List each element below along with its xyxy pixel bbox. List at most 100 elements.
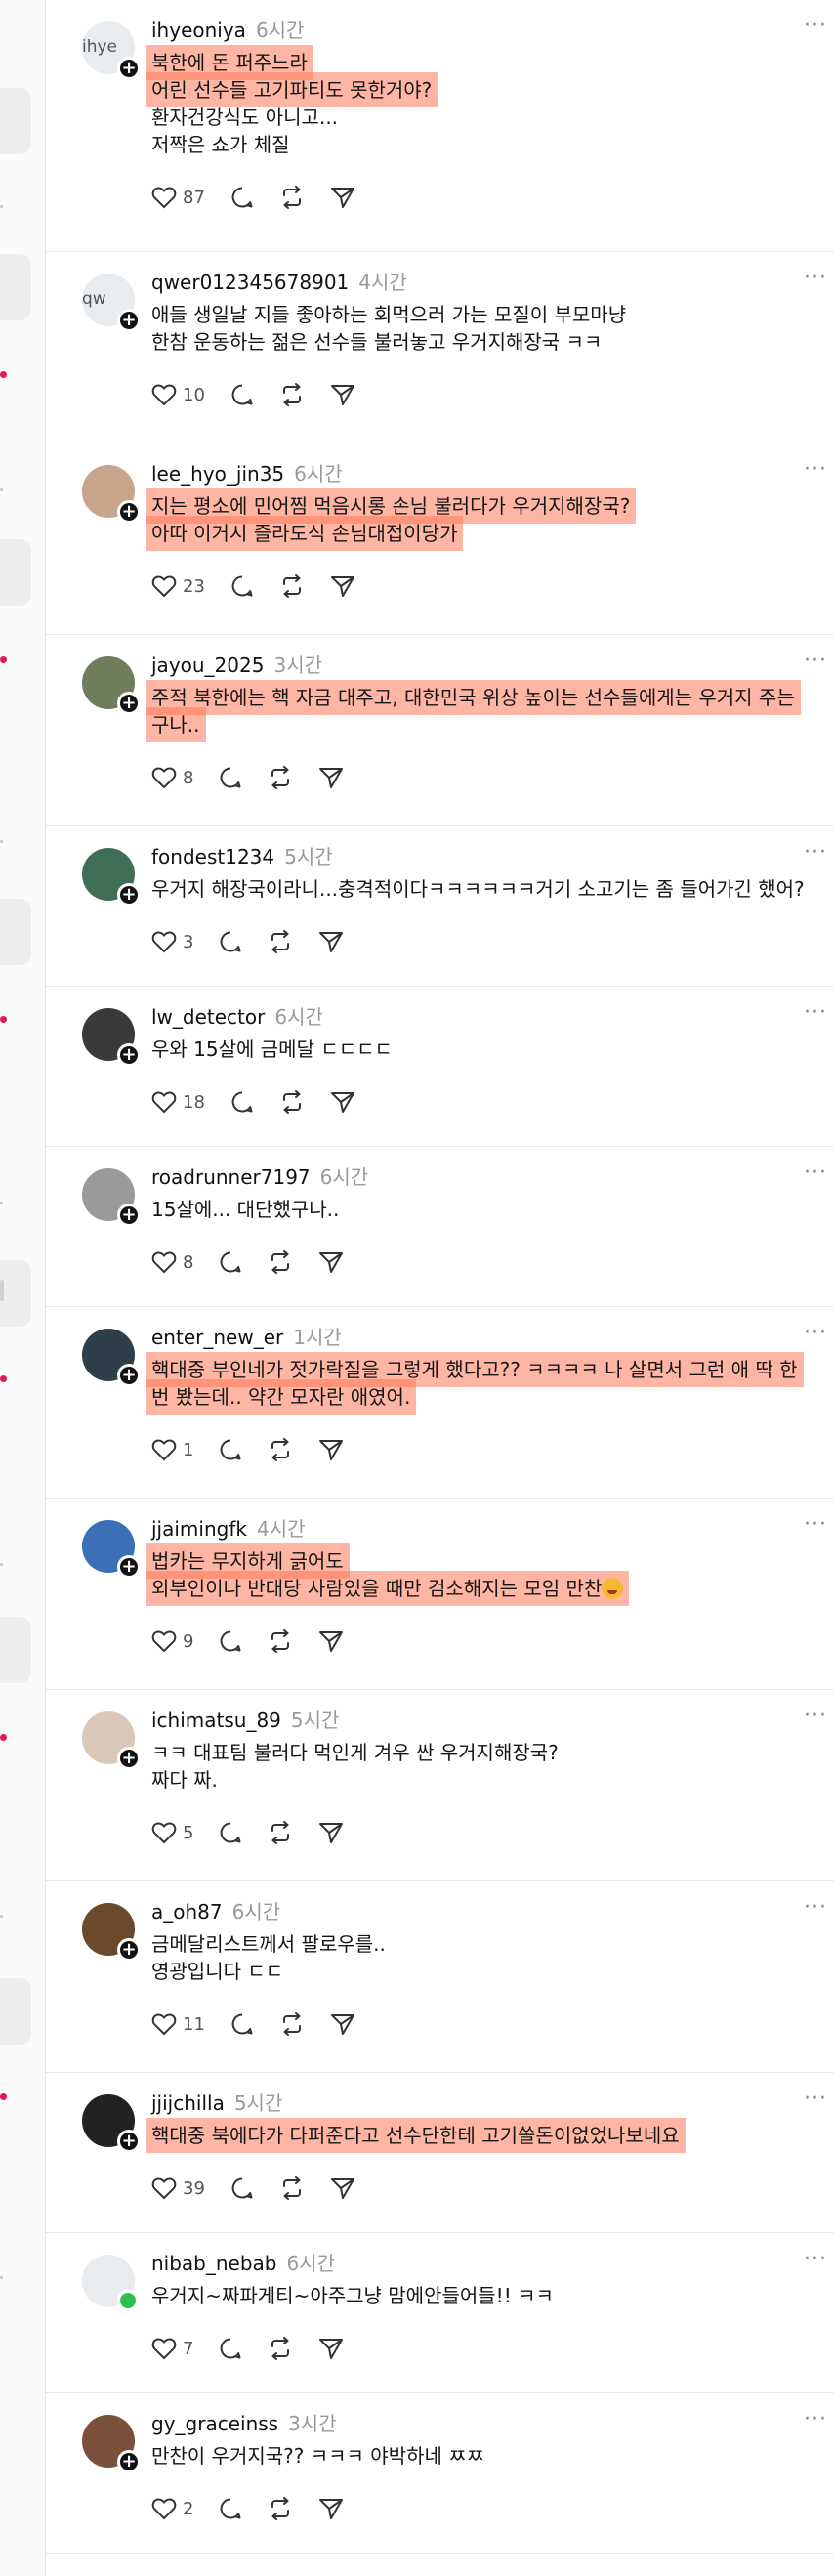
follow-plus-icon[interactable]: + [117,692,141,715]
avatar[interactable]: + [82,2094,141,2153]
more-icon[interactable]: ··· [803,1514,828,1540]
like-button[interactable]: 10 [151,383,205,406]
share-button[interactable] [318,930,344,953]
like-button[interactable]: 8 [151,766,193,789]
username[interactable]: lw_detector [151,1005,265,1029]
username[interactable]: jjijchilla [151,2091,225,2115]
username[interactable]: fondest1234 [151,845,274,868]
share-button[interactable] [318,1250,344,1274]
username[interactable]: qwer012345678901 [151,271,349,294]
like-button[interactable]: 5 [151,1821,193,1844]
reply-button[interactable] [230,2176,254,2200]
avatar[interactable]: + [82,465,141,524]
more-icon[interactable]: ··· [803,1002,828,1028]
follow-plus-icon[interactable]: + [117,1938,141,1962]
reply-button[interactable] [219,1629,242,1653]
follow-plus-icon[interactable]: + [117,500,141,524]
repost-button[interactable] [279,186,305,209]
like-button[interactable]: 39 [151,2176,205,2200]
share-button[interactable] [330,2012,355,2036]
reply-button[interactable] [219,1821,242,1844]
like-button[interactable]: 2 [151,2497,193,2520]
username[interactable]: ichimatsu_89 [151,1709,281,1732]
reply-post[interactable]: + ichimatsu_89 5시간 ··· ㅋㅋ 대표팀 불러다 먹인게 겨우 싼 우… [45,1690,834,1881]
like-button[interactable]: 87 [151,186,205,209]
repost-button[interactable] [279,383,305,406]
like-button[interactable]: 8 [151,1250,193,1274]
like-button[interactable]: 23 [151,574,205,598]
share-button[interactable] [318,766,344,789]
like-button[interactable]: 1 [151,1438,193,1461]
reply-button[interactable] [219,2497,242,2520]
more-icon[interactable]: ··· [803,2409,828,2434]
follow-plus-icon[interactable]: + [117,1043,141,1067]
avatar[interactable]: qw + [82,274,141,332]
repost-button[interactable] [268,1250,293,1274]
avatar[interactable]: ihye + [82,21,141,80]
share-button[interactable] [318,1438,344,1461]
reply-post[interactable]: + a_oh87 6시간 ··· 금메달리스트께서 팔로우를.. 영광입니다 ㄷㄷ 11 [45,1881,834,2073]
more-icon[interactable]: ··· [803,2249,828,2274]
reply-post[interactable]: + roadrunner7197 6시간 ··· 15살에... 대단했구나.. 8 [45,1147,834,1307]
more-icon[interactable]: ··· [803,2089,828,2114]
reply-button[interactable] [219,1438,242,1461]
avatar[interactable]: + [82,1008,141,1067]
share-button[interactable] [318,2337,344,2360]
reply-post[interactable]: + lee_hyo_jin35 6시간 ··· 지는 평소에 민어찜 먹음시롱 손님 불… [45,443,834,635]
username[interactable]: gy_graceinss [151,2412,278,2435]
reply-button[interactable] [219,766,242,789]
repost-button[interactable] [279,574,305,598]
repost-button[interactable] [268,2337,293,2360]
like-button[interactable]: 7 [151,2337,193,2360]
more-icon[interactable]: ··· [803,1162,828,1188]
more-icon[interactable]: ··· [803,1323,828,1348]
username[interactable]: nibab_nebab [151,2252,277,2275]
share-button[interactable] [330,574,355,598]
reply-post[interactable]: + gy_graceinss 3시간 ··· 만찬이 우거지국?? ㅋㅋㅋ 야박하네 ㅉ… [45,2393,834,2554]
more-icon[interactable]: ··· [803,1706,828,1731]
username[interactable]: roadrunner7197 [151,1165,311,1189]
repost-button[interactable] [268,1438,293,1461]
reply-post[interactable]: nibab_nebab 6시간 ··· 우거지~짜파게티~아주그냥 맘에안들어들!! … [45,2233,834,2393]
reply-button[interactable] [230,383,254,406]
reply-button[interactable] [219,2337,242,2360]
username[interactable]: jjaimingfk [151,1517,247,1541]
repost-button[interactable] [268,930,293,953]
more-icon[interactable]: ··· [803,842,828,867]
avatar[interactable] [82,2255,139,2311]
repost-button[interactable] [279,2012,305,2036]
follow-plus-icon[interactable]: + [117,1747,141,1770]
reply-post[interactable]: + jayou_2025 3시간 ··· 주적 북한에는 핵 자금 대주고, 대한민국 … [45,635,834,826]
follow-plus-icon[interactable]: + [117,2450,141,2473]
reply-button[interactable] [230,574,254,598]
follow-plus-icon[interactable]: + [117,309,141,332]
reply-button[interactable] [230,186,254,209]
repost-button[interactable] [268,766,293,789]
avatar[interactable]: + [82,1520,141,1579]
more-icon[interactable]: ··· [803,16,828,41]
reply-button[interactable] [219,1250,242,1274]
avatar[interactable]: + [82,1903,141,1962]
repost-button[interactable] [279,2176,305,2200]
follow-plus-icon[interactable]: + [117,1204,141,1227]
share-button[interactable] [318,1629,344,1653]
share-button[interactable] [330,1090,355,1114]
follow-plus-icon[interactable]: + [117,2130,141,2153]
repost-button[interactable] [279,1090,305,1114]
more-icon[interactable]: ··· [803,1897,828,1922]
more-icon[interactable]: ··· [803,651,828,676]
reply-post[interactable]: + fondest1234 5시간 ··· 우거지 해장국이라니...충격적이다ㅋㅋㅋㅋ… [45,826,834,987]
like-button[interactable]: 9 [151,1629,193,1653]
reply-post[interactable]: + jjaimingfk 4시간 ··· 법카는 무지하게 긁어도 외부인이나 반대당 사… [45,1499,834,1690]
avatar[interactable]: + [82,2415,141,2473]
reply-post[interactable]: + enter_new_er 1시간 ··· 핵대중 부인네가 젓가락질을 그렇게 했다… [45,1307,834,1499]
username[interactable]: lee_hyo_jin35 [151,462,284,486]
reply-post[interactable]: + lw_detector 6시간 ··· 우와 15살에 금메달 ㄷㄷㄷㄷ 18 [45,987,834,1147]
repost-button[interactable] [268,2497,293,2520]
like-button[interactable]: 3 [151,930,193,953]
reply-button[interactable] [219,930,242,953]
share-button[interactable] [330,186,355,209]
avatar[interactable]: + [82,1329,141,1387]
username[interactable]: a_oh87 [151,1900,223,1923]
username[interactable]: jayou_2025 [151,654,264,677]
